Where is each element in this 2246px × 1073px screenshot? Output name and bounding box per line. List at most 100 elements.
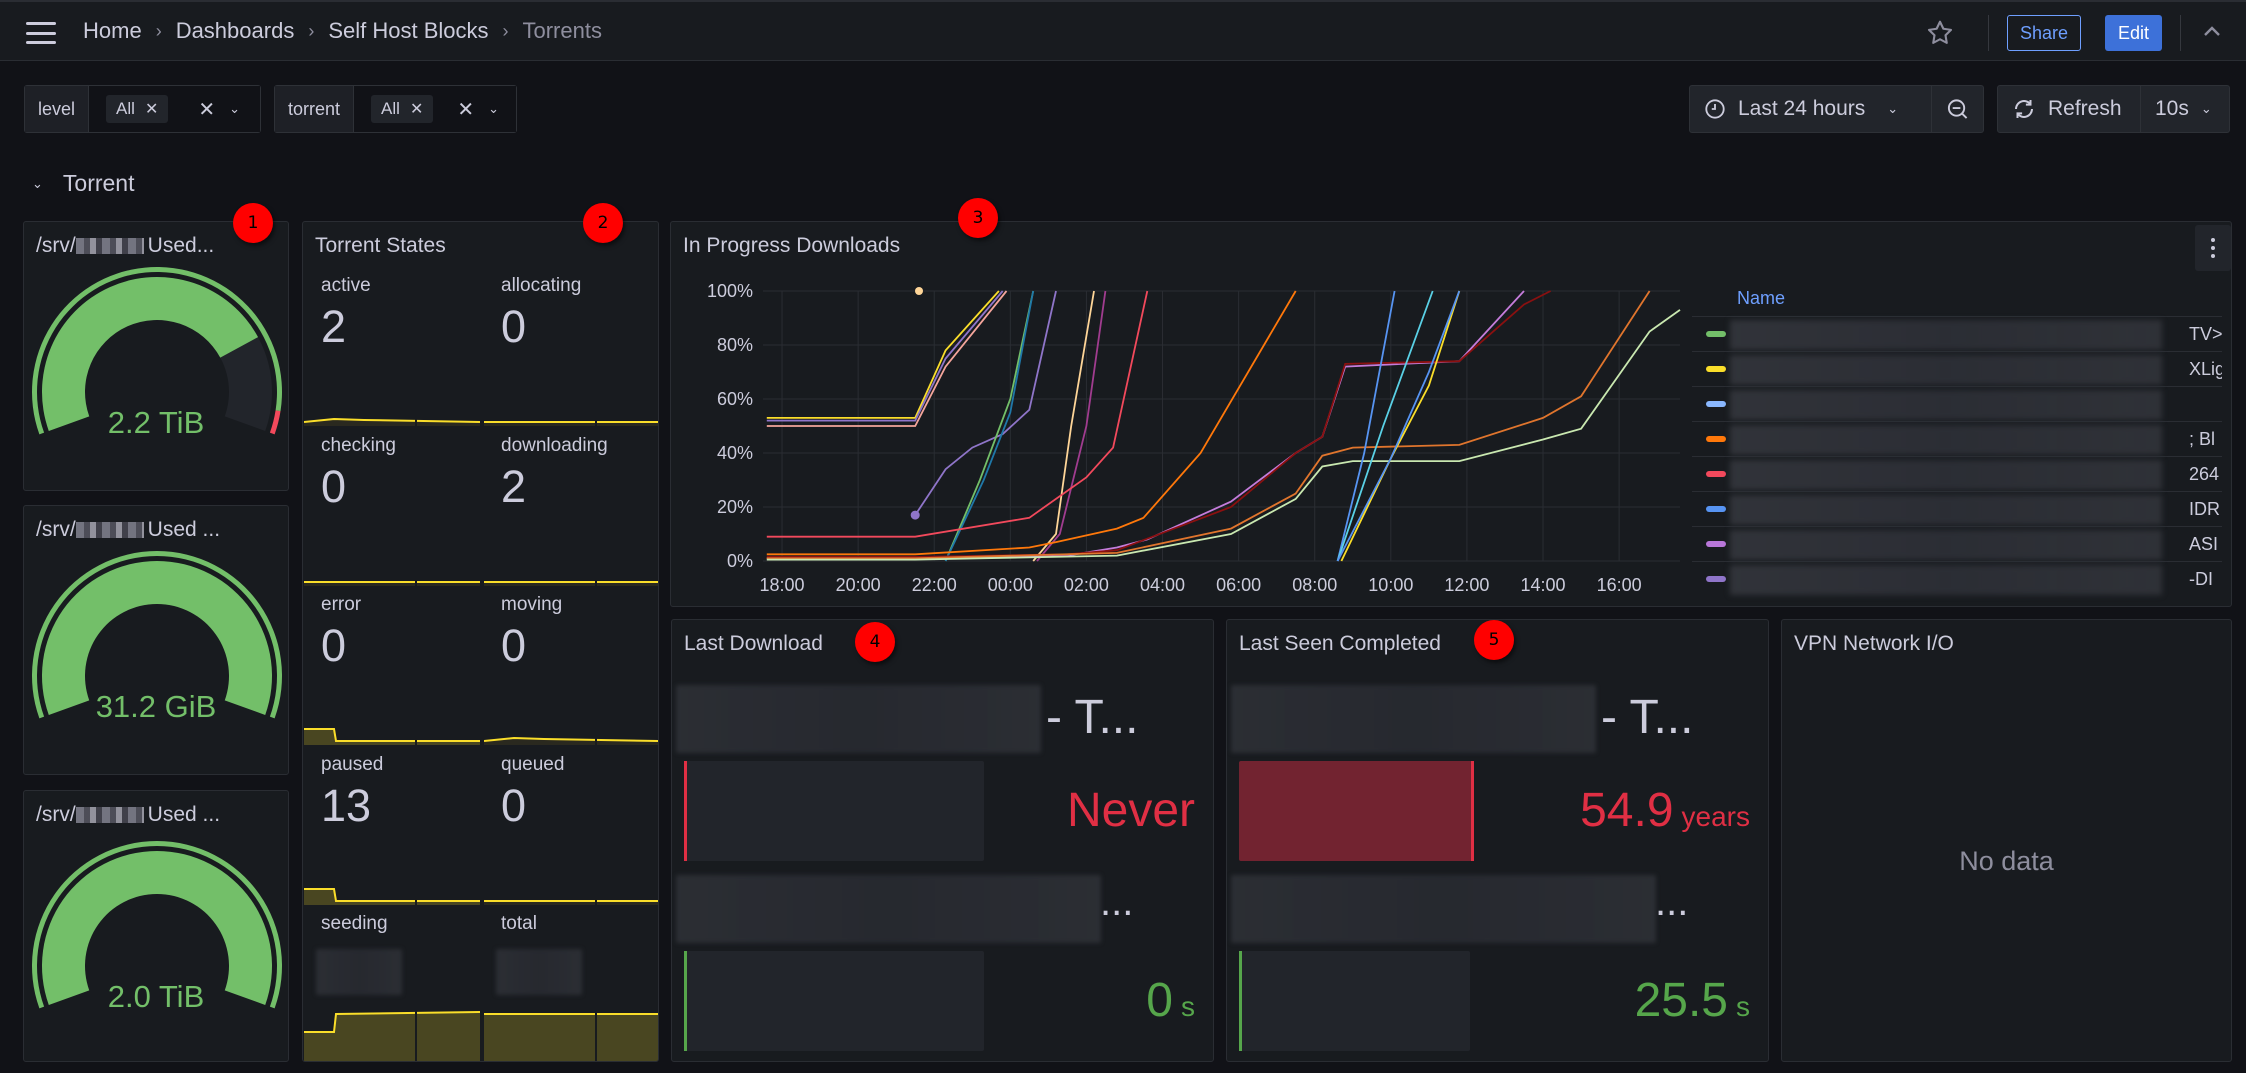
- legend-item[interactable]: TV>: [1692, 316, 2222, 352]
- panel-title: /srv/Used ...: [36, 803, 221, 826]
- bar-edge: [684, 761, 687, 861]
- edit-button[interactable]: Edit: [2105, 15, 2162, 51]
- stat-label: queued: [501, 753, 565, 775]
- breadcrumb-home[interactable]: Home: [83, 18, 142, 44]
- stat-total: total: [484, 905, 658, 1061]
- sparkline: [304, 944, 480, 1061]
- refresh-interval-picker[interactable]: 10s ⌄: [2141, 85, 2230, 133]
- top-nav-bar: Home › Dashboards › Self Host Blocks › T…: [0, 0, 2246, 61]
- panel-title: Last Download: [684, 632, 823, 655]
- time-range-picker[interactable]: Last 24 hours ⌄: [1689, 85, 1932, 133]
- refresh-button[interactable]: Refresh: [1997, 85, 2141, 133]
- stat-seeding: seeding: [304, 905, 480, 1061]
- chevron-down-icon[interactable]: ⌄: [229, 101, 240, 117]
- breadcrumb-dashboards[interactable]: Dashboards: [176, 18, 295, 44]
- bar-edge: [684, 951, 687, 1051]
- legend-item[interactable]: 264: [1692, 456, 2222, 492]
- row-title: Torrent: [62, 170, 135, 196]
- torrent-name-tail: - T...: [1601, 691, 1694, 744]
- chevron-down-icon[interactable]: ⌄: [488, 101, 499, 117]
- series-line-13: [766, 290, 1651, 560]
- zoom-out-button[interactable]: [1932, 85, 1984, 133]
- chip-label: All: [116, 99, 135, 118]
- gauge-value: 31.2 GiB: [95, 689, 217, 724]
- stat-label: moving: [501, 594, 563, 615]
- sparkline-area: [304, 888, 480, 905]
- bar-gauge-value: 54.9 years: [1580, 784, 1750, 837]
- variable-level: level All ✕ ✕ ⌄: [24, 85, 262, 133]
- redacted-torrent-name: [676, 685, 1041, 753]
- annotation-badge: 4: [855, 622, 895, 662]
- bar-gauge-bar: [1239, 951, 1470, 1051]
- x-tick-label: 18:00: [760, 575, 805, 595]
- stat-allocating: allocating 0: [484, 267, 658, 426]
- y-tick-label: 60%: [717, 389, 753, 409]
- legend-item[interactable]: ASI: [1692, 526, 2222, 562]
- clear-icon[interactable]: ✕: [457, 97, 474, 122]
- share-button[interactable]: Share: [2007, 15, 2081, 51]
- stat-label: total: [501, 913, 537, 934]
- legend-item[interactable]: ; Bl: [1692, 421, 2222, 457]
- x-tick-label: 20:00: [836, 575, 881, 595]
- variable-select[interactable]: All ✕ ✕ ⌄: [354, 86, 517, 132]
- legend-swatch: [1706, 331, 1726, 337]
- panel-title: Last Seen Completed: [1239, 632, 1441, 655]
- series-line-16: [1336, 290, 1434, 562]
- y-tick-label: 0%: [727, 551, 753, 571]
- variable-torrent: torrent All ✕ ✕ ⌄: [274, 85, 518, 133]
- zoom-out-icon: [1947, 99, 1968, 119]
- legend-swatch: [1706, 541, 1726, 547]
- x-tick-label: 14:00: [1520, 575, 1565, 595]
- x-tick-label: 02:00: [1064, 575, 1109, 595]
- gauge-value: 2.2 TiB: [107, 405, 205, 440]
- variable-label: level: [25, 86, 90, 132]
- legend-swatch: [1706, 436, 1726, 442]
- remove-chip-icon[interactable]: ✕: [145, 99, 158, 119]
- torrent-name-tail: - T...: [1046, 691, 1139, 744]
- x-tick-label: 00:00: [988, 575, 1033, 595]
- redacted-series-name: [1730, 460, 2162, 490]
- legend-header-name[interactable]: Name: [1737, 288, 1785, 309]
- row-collapse-torrent[interactable]: ⌄ Torrent: [32, 170, 135, 197]
- breadcrumb-folder[interactable]: Self Host Blocks: [328, 18, 488, 44]
- chevron-down-icon: ⌄: [1887, 101, 1899, 116]
- star-icon[interactable]: [1925, 18, 1955, 48]
- legend-swatch: [1706, 471, 1726, 477]
- bar-gauge-value: Never: [1066, 784, 1195, 837]
- redacted-torrent-name: [1231, 685, 1596, 753]
- panel-title: Torrent States: [315, 234, 446, 257]
- x-tick-label: 22:00: [912, 575, 957, 595]
- gauge-panel-disk-1: /srv/Used... 2.2 TiB: [23, 221, 289, 491]
- legend-label-tail: ; Bl: [2189, 429, 2216, 449]
- series-line-4: [914, 290, 1057, 516]
- time-range-label: Last 24 hours: [1738, 97, 1866, 120]
- sparkline: [484, 465, 658, 586]
- legend-item[interactable]: -DI: [1692, 561, 2222, 597]
- variable-select[interactable]: All ✕ ✕ ⌄: [89, 86, 261, 132]
- legend-label-tail: -DI: [2189, 569, 2213, 589]
- series-line-11: [766, 290, 1525, 560]
- breadcrumb-separator-icon: ›: [155, 20, 162, 41]
- legend-item[interactable]: [1692, 386, 2222, 422]
- clock-icon: [1705, 99, 1725, 119]
- legend-item[interactable]: XLig: [1692, 351, 2222, 387]
- gauge-panel-disk-2: /srv/Used ... 31.2 GiB: [23, 505, 289, 775]
- remove-chip-icon[interactable]: ✕: [410, 99, 423, 119]
- legend-item[interactable]: IDR: [1692, 491, 2222, 527]
- menu-toggle-icon[interactable]: [26, 22, 56, 44]
- y-tick-label: 100%: [707, 281, 753, 301]
- series-point: [915, 287, 924, 295]
- torrent-name-tail: ...: [1655, 880, 1689, 924]
- panel-menu-button[interactable]: [2195, 225, 2231, 271]
- stat-label: seeding: [321, 913, 388, 934]
- sparkline: [304, 784, 480, 905]
- sparkline: [484, 625, 658, 745]
- stat-label: paused: [321, 753, 384, 775]
- legend-label-tail: ASI: [2189, 534, 2219, 554]
- redacted-series-name: [1730, 390, 2162, 420]
- bar-gauge-bar: [684, 951, 984, 1051]
- clear-icon[interactable]: ✕: [198, 97, 215, 122]
- sparkline-area: [484, 1014, 658, 1061]
- chevron-up-icon[interactable]: [2200, 20, 2224, 44]
- divider: [1988, 15, 1989, 51]
